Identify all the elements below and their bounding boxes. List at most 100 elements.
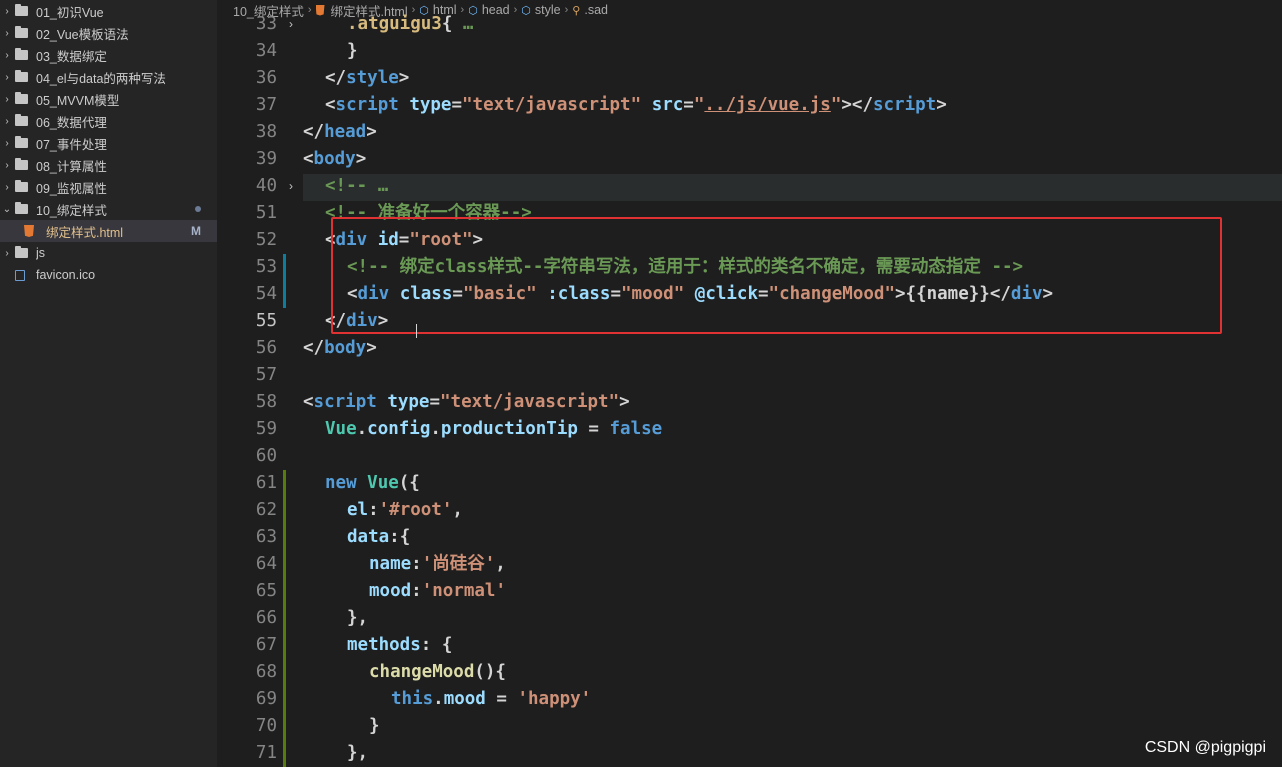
line-number: 67 bbox=[255, 635, 277, 655]
modified-indicator bbox=[283, 254, 286, 308]
code-line[interactable]: .atguigu3{ … bbox=[347, 11, 473, 38]
code-token: }, bbox=[347, 608, 369, 628]
line-number: 69 bbox=[255, 689, 277, 709]
explorer-sidebar: › 01_初识Vue › 02_Vue模板语法 › 03_数据绑定 › 04_el与data的… bbox=[0, 0, 217, 767]
code-line[interactable]: el:'#root', bbox=[347, 497, 463, 524]
chevron-right-icon[interactable]: › bbox=[0, 138, 14, 149]
code-line[interactable]: changeMood(){ bbox=[369, 659, 506, 686]
fold-chevron-icon[interactable]: › bbox=[289, 179, 293, 193]
code-token: . bbox=[433, 689, 444, 709]
code-token: " bbox=[830, 95, 842, 115]
code-line[interactable]: methods: { bbox=[347, 632, 452, 659]
sidebar-item[interactable]: › 02_Vue模板语法 bbox=[0, 22, 217, 44]
code-token: script bbox=[313, 392, 377, 412]
line-number: 58 bbox=[255, 392, 277, 412]
code-line[interactable]: </body> bbox=[303, 335, 377, 362]
code-token: body bbox=[313, 149, 356, 169]
code-line[interactable]: } bbox=[369, 713, 380, 740]
code-token: '尚硅谷' bbox=[421, 554, 496, 574]
code-line[interactable]: this.mood = 'happy' bbox=[391, 686, 591, 713]
code-token: "text/javascript" bbox=[462, 95, 642, 115]
chevron-right-icon[interactable]: › bbox=[0, 182, 14, 193]
code-token: script bbox=[335, 95, 399, 115]
chevron-right-icon[interactable]: › bbox=[0, 50, 14, 61]
chevron-right-icon[interactable]: › bbox=[0, 248, 14, 259]
code-token: ({ bbox=[398, 473, 420, 493]
line-number: 51 bbox=[255, 203, 277, 223]
sidebar-item-label: 08_计算属性 bbox=[36, 159, 107, 174]
breadcrumb-item[interactable]: style bbox=[535, 3, 561, 17]
code-editor[interactable]: .atguigu3{ …} </style> <script type="text/… bbox=[303, 14, 1282, 767]
code-token: = bbox=[485, 689, 518, 709]
fold-chevron-icon[interactable]: › bbox=[289, 17, 293, 31]
sidebar-item[interactable]: › 01_初识Vue bbox=[0, 0, 217, 22]
sidebar-item[interactable]: › 04_el与data的两种写法 bbox=[0, 66, 217, 88]
breadcrumb-item[interactable]: .sad bbox=[584, 3, 608, 17]
chevron-right-icon: › bbox=[307, 4, 312, 16]
code-token: '#root' bbox=[378, 500, 453, 520]
code-token: > bbox=[355, 149, 367, 169]
line-number: 65 bbox=[255, 581, 277, 601]
sidebar-item[interactable]: › js bbox=[0, 242, 217, 264]
chevron-down-icon[interactable]: ⌄ bbox=[0, 204, 14, 215]
code-line[interactable]: </style> bbox=[325, 65, 409, 92]
code-token: methods bbox=[347, 635, 421, 655]
code-token: " bbox=[693, 95, 705, 115]
line-number: 61 bbox=[255, 473, 277, 493]
sidebar-item-label: 07_事件处理 bbox=[36, 137, 107, 152]
line-number: 53 bbox=[255, 257, 277, 277]
code-line[interactable]: <body> bbox=[303, 146, 366, 173]
line-number: 38 bbox=[255, 122, 277, 142]
sidebar-item[interactable]: › 08_计算属性 bbox=[0, 154, 217, 176]
code-token: Vue bbox=[367, 473, 399, 493]
chevron-right-icon[interactable]: › bbox=[0, 28, 14, 39]
code-token: mood bbox=[369, 581, 412, 601]
sidebar-item[interactable]: › 05_MVVM模型 bbox=[0, 88, 217, 110]
line-number: 56 bbox=[255, 338, 277, 358]
chevron-right-icon[interactable]: › bbox=[0, 160, 14, 171]
sidebar-item-label: 09_监视属性 bbox=[36, 181, 107, 196]
code-token: <!-- bbox=[325, 176, 378, 196]
sidebar-item[interactable]: › 09_监视属性 bbox=[0, 176, 217, 198]
code-line[interactable]: }, bbox=[347, 740, 368, 767]
element-icon: ⬡ bbox=[521, 4, 531, 17]
code-line[interactable]: Vue.config.productionTip = false bbox=[325, 416, 662, 443]
code-token: src bbox=[651, 95, 684, 115]
code-line[interactable]: <script type="text/javascript"> bbox=[303, 389, 630, 416]
folder-icon bbox=[15, 92, 28, 104]
code-line[interactable]: <script type="text/javascript" src="../j… bbox=[325, 92, 947, 119]
sidebar-item[interactable]: 绑定样式.html M bbox=[0, 220, 217, 242]
sidebar-item[interactable]: favicon.ico bbox=[0, 264, 217, 286]
chevron-right-icon[interactable]: › bbox=[0, 94, 14, 105]
html5-file-icon bbox=[24, 225, 34, 237]
code-token: type bbox=[409, 95, 452, 115]
breadcrumb-item[interactable]: head bbox=[482, 3, 510, 17]
sidebar-item[interactable]: › 06_数据代理 bbox=[0, 110, 217, 132]
chevron-right-icon[interactable]: › bbox=[0, 116, 14, 127]
sidebar-item[interactable]: › 07_事件处理 bbox=[0, 132, 217, 154]
code-token: < bbox=[325, 95, 336, 115]
line-number: 60 bbox=[255, 446, 277, 466]
line-number: 55 bbox=[255, 311, 277, 331]
code-line[interactable]: data:{ bbox=[347, 524, 410, 551]
code-line[interactable]: new Vue({ bbox=[325, 470, 420, 497]
code-line[interactable]: }, bbox=[347, 605, 368, 632]
code-line[interactable]: </head> bbox=[303, 119, 377, 146]
code-token: : { bbox=[420, 635, 453, 655]
folder-icon bbox=[15, 246, 28, 258]
code-line[interactable]: <!-- … bbox=[325, 173, 388, 200]
chevron-right-icon[interactable]: › bbox=[0, 72, 14, 83]
sidebar-item[interactable]: ⌄ 10_绑定样式 bbox=[0, 198, 217, 220]
code-line[interactable]: mood:'normal' bbox=[369, 578, 506, 605]
sidebar-item-label: js bbox=[36, 246, 46, 260]
line-number: 63 bbox=[255, 527, 277, 547]
line-number: 34 bbox=[255, 41, 277, 61]
code-token: = bbox=[577, 419, 610, 439]
chevron-right-icon[interactable]: › bbox=[0, 6, 14, 17]
sidebar-item[interactable]: › 03_数据绑定 bbox=[0, 44, 217, 66]
code-line[interactable]: name:'尚硅谷', bbox=[369, 551, 506, 578]
file-icon bbox=[14, 269, 25, 281]
code-line[interactable]: } bbox=[347, 38, 358, 65]
